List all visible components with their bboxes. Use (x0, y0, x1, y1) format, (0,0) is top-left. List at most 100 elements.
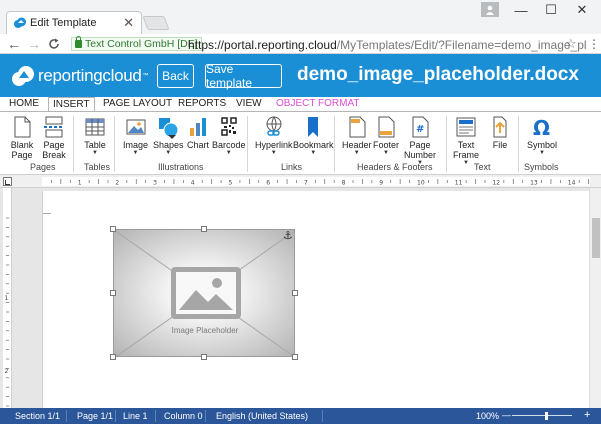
status-separator (155, 410, 156, 422)
security-indicator[interactable]: Text Control GmbH [DE] (71, 36, 202, 51)
resize-handle-left[interactable] (110, 290, 116, 296)
url-text[interactable]: https://portal.reporting.cloud/MyTemplat… (188, 38, 587, 52)
zoom-slider[interactable] (512, 415, 572, 416)
table-dropdown-icon[interactable]: ▼ (92, 150, 98, 157)
bookmark-button[interactable]: Bookmark ▼ (293, 115, 334, 157)
blank-page-button[interactable]: Blank Page (10, 115, 34, 160)
placeholder-caption: Image Placeholder (171, 326, 239, 335)
page-break-label-1: Page (43, 140, 65, 150)
tab-view[interactable]: VIEW (236, 97, 262, 111)
cloud-logo-icon (12, 66, 34, 86)
shapes-button[interactable]: Shapes ▼ (153, 115, 184, 157)
new-tab-button[interactable] (142, 16, 170, 30)
hyperlink-dropdown-icon[interactable]: ▼ (271, 150, 277, 157)
header-button[interactable]: Header ▼ (342, 115, 372, 157)
ribbon-separator (247, 116, 248, 172)
blank-page-label-1: Blank (10, 140, 34, 150)
url-path: /MyTemplates/Edit/?Filename=demo_image_p… (336, 38, 587, 52)
vertical-ruler[interactable]: 12 (3, 188, 12, 408)
horizontal-ruler[interactable]: 1 2 3 4 5 6 7 8 9 10 11 12 13 14 (42, 177, 590, 186)
resize-handle-top-left[interactable] (110, 226, 116, 232)
hyperlink-globe-icon (266, 116, 282, 136)
bookmark-star-icon[interactable]: ☆ (565, 36, 577, 52)
ribbon-separator (73, 116, 74, 172)
tab-object-format[interactable]: OBJECT FORMAT (276, 97, 360, 111)
ruler-number: 1 (78, 180, 82, 187)
status-separator (115, 410, 116, 422)
image-placeholder[interactable]: Image Placeholder (113, 229, 295, 357)
minimize-button[interactable]: — (506, 1, 536, 19)
bar-chart-icon (190, 118, 206, 136)
save-template-button[interactable]: Save template (205, 62, 282, 90)
blank-page-icon (14, 116, 31, 138)
ruler-number: 8 (342, 180, 346, 187)
footer-dropdown-icon[interactable]: ▼ (383, 150, 389, 157)
ribbon-separator (518, 116, 519, 172)
zoom-out-button[interactable]: — (502, 410, 511, 420)
back-button[interactable]: Back (157, 64, 194, 88)
symbol-dropdown-icon[interactable]: ▼ (539, 150, 545, 157)
barcode-button[interactable]: Barcode ▼ (212, 115, 246, 157)
qr-code-icon (220, 117, 237, 137)
zoom-in-button[interactable]: + (584, 409, 590, 421)
browser-menu-icon[interactable]: ⋮ (588, 37, 600, 51)
browser-tab[interactable]: Edit Template ✕ (6, 11, 142, 34)
maximize-button[interactable]: ☐ (536, 1, 566, 19)
omnibox[interactable]: Text Control GmbH [DE] https://portal.re… (68, 35, 587, 53)
back-arrow-icon[interactable]: ← (7, 36, 21, 52)
footer-button[interactable]: Footer ▼ (373, 115, 399, 157)
footer-label: Footer (373, 140, 400, 150)
resize-handle-bottom-right[interactable] (292, 354, 298, 360)
ruler-number: 7 (304, 180, 308, 187)
profile-button[interactable] (481, 2, 499, 17)
image-icon (126, 119, 145, 135)
tab-stop-selector[interactable] (3, 177, 12, 186)
resize-handle-bottom-left[interactable] (110, 354, 116, 360)
file-button[interactable]: File (488, 115, 512, 150)
symbol-label: Symbol (527, 140, 558, 150)
hyperlink-button[interactable]: Hyperlink ▼ (255, 115, 293, 157)
reportingcloud-logo: reportingcloud ™ (12, 64, 149, 88)
page-number-button[interactable]: # Page Number ▼ (404, 115, 436, 167)
resize-handle-top[interactable] (201, 226, 207, 232)
header-dropdown-icon[interactable]: ▼ (354, 150, 360, 157)
resize-handle-bottom[interactable] (201, 354, 207, 360)
tab-home[interactable]: HOME (9, 97, 39, 111)
chart-label: Chart (186, 140, 209, 150)
zoom-level: 100% (476, 411, 500, 421)
table-button[interactable]: Table ▼ (83, 115, 107, 157)
browser-tab-title: Edit Template (30, 17, 97, 29)
ruler-number: 12 (492, 180, 500, 187)
vertical-scrollbar[interactable] (589, 188, 601, 408)
image-dropdown-icon[interactable]: ▼ (133, 150, 139, 157)
barcode-dropdown-icon[interactable]: ▼ (226, 150, 232, 157)
symbol-button[interactable]: Ω Symbol ▼ (527, 115, 557, 157)
tab-insert[interactable]: INSERT (48, 97, 95, 112)
close-tab-icon[interactable]: ✕ (123, 15, 134, 31)
scrollbar-thumb[interactable] (592, 218, 600, 258)
bookmark-dropdown-icon[interactable]: ▼ (310, 150, 316, 157)
ribbon-separator (446, 116, 447, 172)
tab-reports[interactable]: REPORTS (178, 97, 226, 111)
chart-button[interactable]: Chart (186, 115, 210, 150)
margin-marker (43, 213, 51, 214)
ruler-number: 10 (417, 180, 425, 187)
shapes-dropdown-icon[interactable]: ▼ (165, 150, 171, 157)
image-button[interactable]: Image ▼ (123, 115, 148, 157)
tab-page-layout[interactable]: PAGE LAYOUT (103, 97, 172, 111)
forward-arrow-icon[interactable]: → (27, 36, 41, 52)
ruler-number: 5 (229, 180, 233, 187)
text-frame-dropdown-icon[interactable]: ▼ (463, 160, 469, 167)
resize-handle-right[interactable] (292, 290, 298, 296)
header-label: Header (342, 140, 372, 150)
anchor-icon[interactable]: ⚓ (283, 229, 293, 242)
text-frame-button[interactable]: Text Frame ▼ (453, 115, 479, 167)
reload-icon[interactable] (48, 38, 60, 50)
page-break-button[interactable]: Page Break (42, 115, 66, 160)
document-workspace: 12 (0, 188, 601, 408)
zoom-slider-thumb[interactable] (545, 412, 548, 420)
barcode-label: Barcode (212, 140, 246, 150)
ribbon-insert: Blank Page Page Break Table ▼ Image ▼ Sh… (0, 111, 601, 175)
close-window-button[interactable]: ✕ (567, 1, 597, 19)
page-number-label-1: Page (409, 140, 431, 150)
